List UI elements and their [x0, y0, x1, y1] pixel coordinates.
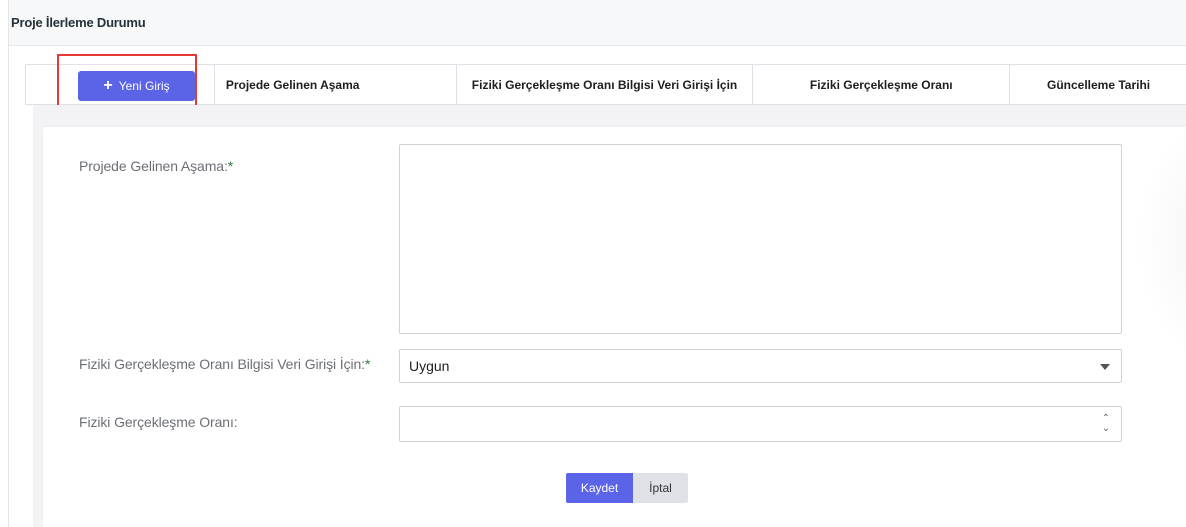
stage-textarea[interactable]: [399, 144, 1122, 334]
required-marker: *: [364, 356, 371, 372]
column-header-stage[interactable]: Projede Gelinen Aşama: [215, 65, 457, 104]
column-header-rate[interactable]: Fiziki Gerçekleşme Oranı: [753, 65, 1011, 104]
column-header-info[interactable]: Fiziki Gerçekleşme Oranı Bilgisi Veri Gi…: [457, 65, 754, 104]
plus-icon: +: [103, 77, 113, 94]
cancel-button[interactable]: İptal: [633, 473, 688, 503]
info-label: Fiziki Gerçekleşme Oranı Bilgisi Veri Gi…: [79, 356, 371, 372]
panel-title: Proje İlerleme Durumu: [11, 15, 146, 30]
project-progress-panel: Proje İlerleme Durumu Projede Gelinen Aş…: [8, 0, 1186, 527]
info-selected-value: Uygun: [409, 358, 450, 374]
panel-header: Proje İlerleme Durumu: [9, 0, 1186, 46]
save-button[interactable]: Kaydet: [566, 473, 633, 503]
new-entry-button[interactable]: + Yeni Giriş: [78, 71, 195, 101]
column-header-update-date[interactable]: Güncelleme Tarihi: [1010, 65, 1186, 104]
stage-label: Projede Gelinen Aşama:*: [79, 158, 234, 174]
table-header: Projede Gelinen Aşama Fiziki Gerçekleşme…: [25, 64, 1186, 105]
form-area: Projede Gelinen Aşama:* Fiziki Gerçekleş…: [33, 105, 1186, 527]
chevron-down-icon: [1100, 364, 1110, 370]
stepper-icon[interactable]: ⌃ ⌄: [1099, 413, 1113, 435]
rate-label: Fiziki Gerçekleşme Oranı:: [79, 414, 238, 430]
rate-number-input[interactable]: ⌃ ⌄: [399, 406, 1122, 442]
required-marker: *: [227, 158, 234, 174]
new-entry-label: Yeni Giriş: [118, 79, 170, 93]
entry-form: Projede Gelinen Aşama:* Fiziki Gerçekleş…: [43, 127, 1186, 527]
form-actions: Kaydet İptal: [566, 473, 688, 503]
info-select[interactable]: Uygun: [399, 349, 1122, 383]
chevron-down-icon[interactable]: ⌄: [1102, 424, 1110, 434]
